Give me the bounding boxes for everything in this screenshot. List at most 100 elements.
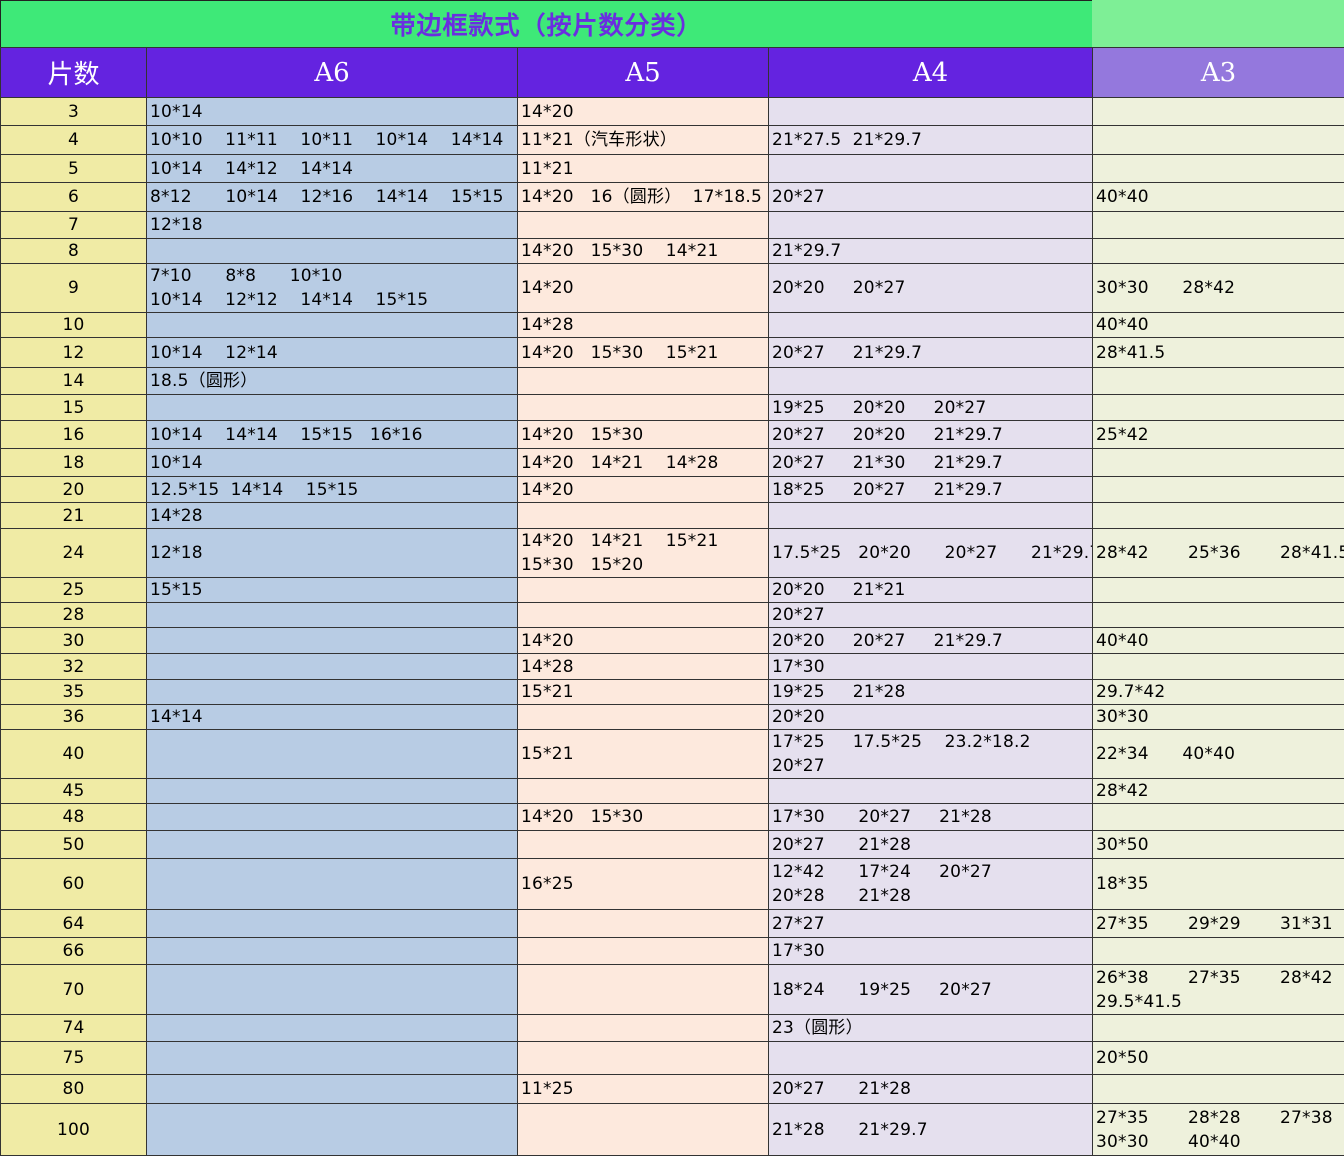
a6-cell[interactable] [147, 779, 518, 804]
title-cell[interactable]: 带边框款式（按片数分类） [0, 0, 1092, 47]
a6-cell[interactable] [147, 680, 518, 705]
count-cell[interactable]: 30 [1, 628, 147, 654]
count-cell[interactable]: 45 [1, 779, 147, 804]
a3-cell[interactable]: 18*35 [1093, 859, 1344, 910]
a3-cell[interactable] [1093, 938, 1344, 965]
a5-cell[interactable] [518, 1042, 769, 1075]
count-cell[interactable]: 20 [1, 477, 147, 503]
header-a4[interactable]: A4 [769, 48, 1093, 98]
a6-cell[interactable]: 10*14 [147, 98, 518, 126]
a6-cell[interactable]: 8*12 10*14 12*16 14*14 15*15 [147, 183, 518, 212]
a3-cell[interactable] [1093, 449, 1344, 477]
a3-cell[interactable] [1093, 603, 1344, 628]
a4-cell[interactable]: 17*25 17.5*25 23.2*18.2 20*27 [769, 730, 1093, 779]
a6-cell[interactable] [147, 654, 518, 680]
a4-cell[interactable]: 27*27 [769, 910, 1093, 938]
count-cell[interactable]: 24 [1, 529, 147, 578]
a3-cell[interactable] [1093, 477, 1344, 503]
a6-cell[interactable] [147, 730, 518, 779]
a6-cell[interactable]: 12.5*15 14*14 15*15 [147, 477, 518, 503]
a3-cell[interactable] [1093, 804, 1344, 831]
a4-cell[interactable] [769, 212, 1093, 239]
count-cell[interactable]: 5 [1, 155, 147, 183]
a3-cell[interactable]: 27*35 28*28 27*38 30*30 40*40 [1093, 1104, 1344, 1156]
a6-cell[interactable] [147, 910, 518, 938]
a3-cell[interactable]: 26*38 27*35 28*42 29.5*41.5 [1093, 965, 1344, 1015]
a5-cell[interactable]: 11*25 [518, 1075, 769, 1104]
a6-cell[interactable]: 12*18 [147, 529, 518, 578]
a3-cell[interactable]: 20*50 [1093, 1042, 1344, 1075]
a4-cell[interactable]: 19*25 20*20 20*27 [769, 395, 1093, 421]
a6-cell[interactable]: 18.5（圆形） [147, 368, 518, 395]
a3-cell[interactable] [1093, 1015, 1344, 1042]
a5-cell[interactable]: 11*21 [518, 155, 769, 183]
count-cell[interactable]: 4 [1, 126, 147, 155]
a6-cell[interactable] [147, 603, 518, 628]
a6-cell[interactable]: 7*10 8*8 10*10 10*14 12*12 14*14 15*15 [147, 264, 518, 313]
a3-cell[interactable] [1093, 212, 1344, 239]
a5-cell[interactable]: 14*28 [518, 313, 769, 338]
a5-cell[interactable] [518, 395, 769, 421]
count-cell[interactable]: 40 [1, 730, 147, 779]
a6-cell[interactable] [147, 938, 518, 965]
a4-cell[interactable]: 23（圆形） [769, 1015, 1093, 1042]
a4-cell[interactable]: 18*25 20*27 21*29.7 [769, 477, 1093, 503]
a3-cell[interactable] [1093, 654, 1344, 680]
count-cell[interactable]: 36 [1, 705, 147, 730]
a5-cell[interactable] [518, 705, 769, 730]
a3-cell[interactable] [1093, 368, 1344, 395]
a6-cell[interactable]: 10*14 12*14 [147, 338, 518, 368]
a5-cell[interactable]: 14*20 15*30 [518, 421, 769, 449]
count-cell[interactable]: 70 [1, 965, 147, 1015]
a3-cell[interactable] [1093, 126, 1344, 155]
a5-cell[interactable] [518, 938, 769, 965]
a6-cell[interactable] [147, 1015, 518, 1042]
a6-cell[interactable]: 15*15 [147, 578, 518, 603]
a6-cell[interactable] [147, 1042, 518, 1075]
a3-cell[interactable]: 40*40 [1093, 183, 1344, 212]
a4-cell[interactable]: 20*20 20*27 21*29.7 [769, 628, 1093, 654]
a5-cell[interactable]: 14*20 14*21 15*21 15*30 15*20 [518, 529, 769, 578]
count-cell[interactable]: 35 [1, 680, 147, 705]
a4-cell[interactable]: 17*30 [769, 654, 1093, 680]
a6-cell[interactable]: 12*18 [147, 212, 518, 239]
a6-cell[interactable] [147, 859, 518, 910]
a4-cell[interactable]: 20*27 [769, 603, 1093, 628]
a4-cell[interactable]: 18*24 19*25 20*27 [769, 965, 1093, 1015]
count-cell[interactable]: 18 [1, 449, 147, 477]
a5-cell[interactable]: 14*20 [518, 477, 769, 503]
a5-cell[interactable] [518, 578, 769, 603]
a3-cell[interactable]: 30*30 28*42 [1093, 264, 1344, 313]
a4-cell[interactable]: 20*27 21*28 [769, 831, 1093, 859]
count-cell[interactable]: 21 [1, 503, 147, 529]
a4-cell[interactable]: 20*27 21*28 [769, 1075, 1093, 1104]
a3-cell[interactable]: 28*42 25*36 28*41.5 [1093, 529, 1344, 578]
a5-cell[interactable] [518, 603, 769, 628]
count-cell[interactable]: 64 [1, 910, 147, 938]
a6-cell[interactable] [147, 628, 518, 654]
a3-cell[interactable]: 29.7*42 [1093, 680, 1344, 705]
count-cell[interactable]: 8 [1, 239, 147, 264]
a3-cell[interactable] [1093, 395, 1344, 421]
a5-cell[interactable] [518, 368, 769, 395]
a5-cell[interactable]: 14*20 [518, 628, 769, 654]
count-cell[interactable]: 48 [1, 804, 147, 831]
a4-cell[interactable] [769, 98, 1093, 126]
a4-cell[interactable]: 12*42 17*24 20*27 20*28 21*28 [769, 859, 1093, 910]
a5-cell[interactable]: 16*25 [518, 859, 769, 910]
a4-cell[interactable]: 20*27 [769, 183, 1093, 212]
count-cell[interactable]: 12 [1, 338, 147, 368]
a5-cell[interactable]: 11*21（汽车形状） [518, 126, 769, 155]
a6-cell[interactable]: 14*14 [147, 705, 518, 730]
count-cell[interactable]: 6 [1, 183, 147, 212]
a3-cell[interactable] [1093, 1075, 1344, 1104]
a5-cell[interactable] [518, 212, 769, 239]
count-cell[interactable]: 16 [1, 421, 147, 449]
a5-cell[interactable]: 14*20 [518, 98, 769, 126]
a5-cell[interactable] [518, 503, 769, 529]
a4-cell[interactable] [769, 155, 1093, 183]
a4-cell[interactable]: 21*29.7 [769, 239, 1093, 264]
a4-cell[interactable] [769, 779, 1093, 804]
count-cell[interactable]: 60 [1, 859, 147, 910]
a5-cell[interactable] [518, 965, 769, 1015]
